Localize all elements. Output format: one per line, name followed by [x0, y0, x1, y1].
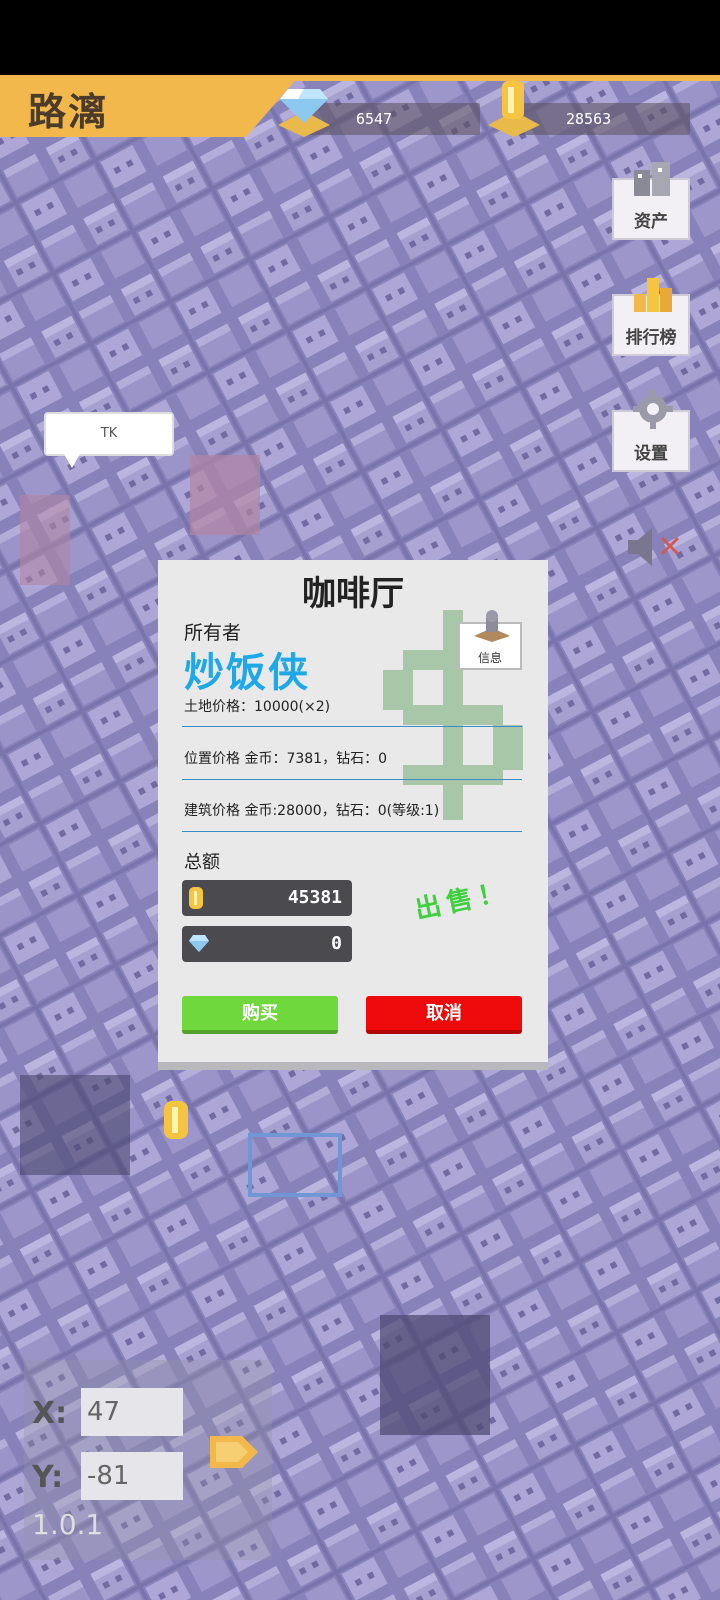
coin-count: 28563: [566, 110, 612, 128]
location-price: 位置价格 金币：7381，钻石：0: [184, 751, 387, 767]
leaderboard-icon: [634, 278, 672, 312]
coin-icon: [189, 887, 203, 909]
leaderboard-button[interactable]: 排行榜: [612, 278, 690, 356]
bubble-text: TK: [100, 426, 118, 441]
total-label: 总额: [184, 852, 220, 873]
map-coin-icon[interactable]: [160, 1097, 192, 1143]
total-diamonds: 0: [331, 933, 342, 954]
buy-button[interactable]: 购买: [182, 996, 338, 1034]
diamond-count: 6547: [356, 110, 393, 128]
cancel-button[interactable]: 取消: [366, 996, 522, 1034]
go-arrow-icon[interactable]: [208, 1432, 260, 1472]
settings-button[interactable]: 设置: [612, 389, 690, 472]
diamond-counter[interactable]: 6547: [278, 89, 480, 137]
y-label: Y:: [32, 1460, 64, 1495]
assets-label: 资产: [634, 212, 668, 232]
diamond-icon: [189, 935, 209, 952]
divider: [182, 779, 522, 780]
total-diamonds-field: 0: [182, 926, 352, 962]
building-title: 咖啡厅: [302, 574, 404, 614]
gear-icon: [633, 389, 673, 429]
player-name: 路漓: [28, 90, 109, 134]
info-button[interactable]: 信息: [458, 610, 522, 670]
info-statue-icon: [474, 610, 510, 642]
y-coordinate-input[interactable]: -81: [81, 1452, 183, 1500]
coin-stack-icon: [488, 81, 540, 137]
divider: [182, 831, 522, 832]
total-coins-field: 45381: [182, 880, 352, 916]
sound-muted-icon[interactable]: [622, 522, 686, 572]
building-price: 建筑价格 金币:28000，钻石：0(等级:1): [184, 803, 440, 819]
building-dialog: 咖啡厅 所有者 炒饭侠 信息 土地价格：10000(×2) 位置价格 金币：73…: [158, 560, 548, 1070]
assets-icon: [634, 162, 670, 196]
for-sale-label: 出售！: [412, 876, 513, 926]
owner-name: 炒饭侠: [184, 650, 310, 696]
x-label: X:: [32, 1396, 68, 1431]
x-coordinate-input[interactable]: 47: [81, 1388, 183, 1436]
leaderboard-label: 排行榜: [625, 328, 677, 348]
top-bar: 路漓 6547 28563: [0, 75, 720, 137]
coin-counter[interactable]: 28563: [488, 81, 690, 137]
divider: [182, 726, 522, 727]
map-speech-bubble[interactable]: TK: [44, 412, 174, 468]
assets-button[interactable]: 资产: [612, 162, 690, 240]
total-coins: 45381: [287, 887, 342, 908]
status-bar: [0, 0, 720, 75]
info-label: 信息: [477, 651, 502, 665]
diamond-icon: [278, 89, 330, 137]
version-label: 1.0.1: [32, 1508, 104, 1541]
settings-label: 设置: [634, 444, 668, 464]
land-price: 土地价格：10000(×2): [184, 699, 331, 715]
